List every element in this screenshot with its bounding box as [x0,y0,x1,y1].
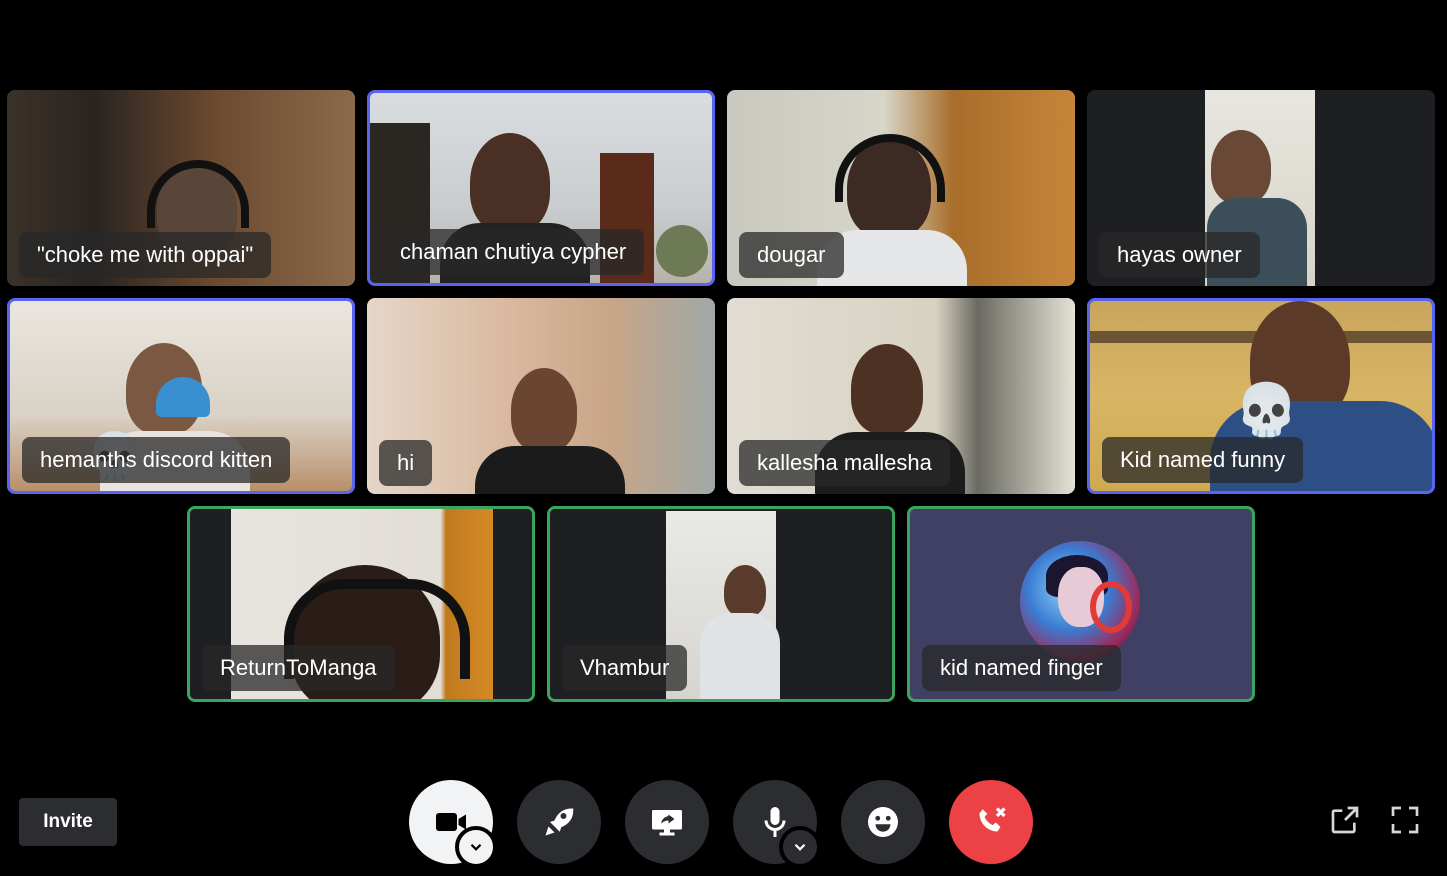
video-tile-hi[interactable]: hi [367,298,715,494]
participant-name: kid named finger [922,645,1121,691]
activity-rocket-icon [545,808,574,836]
chevron-down-icon [470,843,482,851]
avatar [1020,541,1140,661]
fullscreen-icon [1391,806,1419,834]
chevron-down-icon [794,843,806,851]
pop-out-button[interactable] [1329,804,1365,840]
video-tile-kid-named-finger[interactable]: kid named finger [907,506,1255,702]
participant-name: Kid named funny [1102,437,1304,483]
participant-name: hemanths discord kitten [22,437,291,483]
microphone-options-button[interactable] [779,826,821,868]
pop-out-icon [1331,806,1359,834]
soundboard-emoji-icon [868,807,898,837]
disconnect-button[interactable] [949,780,1033,864]
participant-name: dougar [739,232,844,278]
microphone-button[interactable] [733,780,821,868]
video-tile-kid-named-funny[interactable]: 💀 Kid named funny [1087,298,1435,494]
camera-options-button[interactable] [455,826,497,868]
disconnect-icon [979,807,1006,832]
video-tile-hayas-owner[interactable]: hayas owner [1087,90,1435,286]
participant-name: kallesha mallesha [739,440,950,486]
camera-toggle-button[interactable] [409,780,497,868]
fullscreen-button[interactable] [1389,804,1425,840]
invite-button[interactable]: Invite [19,798,117,846]
video-tile-kallesha-mallesha[interactable]: kallesha mallesha [727,298,1075,494]
participant-name: Vhambur [562,645,688,691]
video-tile-returntomanga[interactable]: ReturnToManga [187,506,535,702]
participant-name: "choke me with oppai" [19,232,272,278]
video-tile-dougar[interactable]: dougar [727,90,1075,286]
screen-share-button[interactable] [625,780,709,864]
participant-name: hayas owner [1099,232,1260,278]
video-tile-chaman-chutiya-cypher[interactable]: chaman chutiya cypher [367,90,715,286]
participant-name: chaman chutiya cypher [382,229,645,275]
participant-name: ReturnToManga [202,645,395,691]
activities-button[interactable] [517,780,601,864]
participant-name: hi [379,440,433,486]
screen-share-icon [652,810,682,836]
skull-emoji-effect: 💀 [1234,382,1299,440]
video-tile-vhambur[interactable]: Vhambur [547,506,895,702]
soundboard-button[interactable] [841,780,925,864]
video-tile-choke-me-with-oppai[interactable]: "choke me with oppai" [7,90,355,286]
video-tile-hemanths-discord-kitten[interactable]: 💀 hemanths discord kitten [7,298,355,494]
